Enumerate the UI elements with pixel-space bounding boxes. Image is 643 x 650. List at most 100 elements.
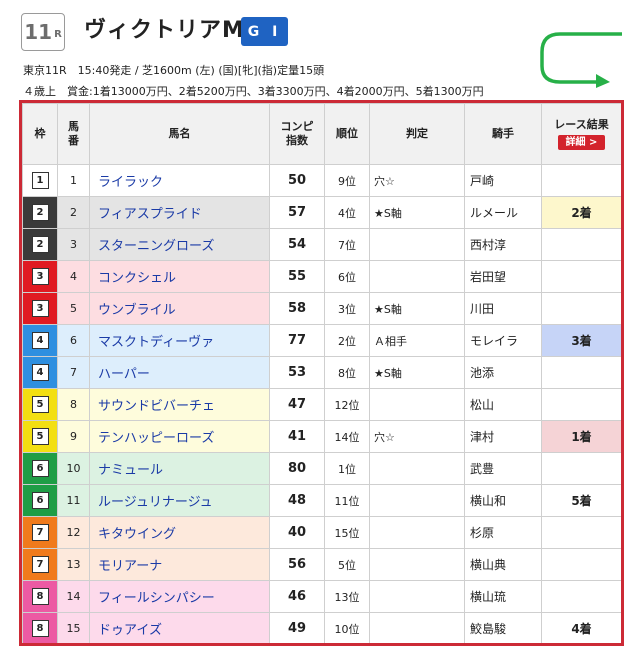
race-info-line2: ４歳上 賞金:1着13000万円、2着5200万円、3着3300万円、4着200… [23,85,484,98]
table-row: 8 14 フィールシンパシー 46 13位 横山琉 [22,580,621,613]
table-row: 2 3 スターニングローズ 54 7位 西村淳 [22,228,621,261]
rank-cell: 9位 [324,164,370,197]
rank-cell: 11位 [324,484,370,517]
rank-cell: 10位 [324,612,370,643]
umaban-cell: 11 [57,484,90,517]
waku-cell: 5 [22,388,58,421]
horse-name-link[interactable]: ライラック [89,164,270,197]
waku-cell: 2 [22,196,58,229]
index-cell: 56 [269,548,325,581]
waku-cell: 7 [22,548,58,581]
waku-cell: 6 [22,452,58,485]
col-header-name: 馬名 [89,103,270,165]
waku-cell: 6 [22,484,58,517]
horse-name-link[interactable]: モリアーナ [89,548,270,581]
waku-cell: 8 [22,580,58,613]
horse-name-link[interactable]: ハーパー [89,356,270,389]
waku-cell: 8 [22,612,58,643]
grade-badge: G I [241,17,288,46]
rank-cell: 15位 [324,516,370,549]
umaban-cell: 2 [57,196,90,229]
jockey-cell: モレイラ [464,324,542,357]
result-cell [541,260,621,293]
judge-cell [369,580,465,613]
horse-name-link[interactable]: マスクトディーヴァ [89,324,270,357]
jockey-cell: 鮫島駿 [464,612,542,643]
waku-number: 4 [31,364,49,381]
race-r-label: R [54,29,62,40]
result-cell [541,292,621,325]
result-cell [541,580,621,613]
jockey-cell: 戸崎 [464,164,542,197]
table-row: 3 5 ウンブライル 58 3位 ★S軸 川田 [22,292,621,325]
waku-cell: 4 [22,324,58,357]
judge-cell [369,484,465,517]
table-row: 6 10 ナミュール 80 1位 武豊 [22,452,621,485]
jockey-cell: 川田 [464,292,542,325]
index-cell: 80 [269,452,325,485]
table-row: 7 13 モリアーナ 56 5位 横山典 [22,548,621,581]
waku-cell: 3 [22,260,58,293]
waku-number: 6 [31,460,49,477]
judge-cell [369,228,465,261]
umaban-cell: 14 [57,580,90,613]
index-cell: 58 [269,292,325,325]
rank-cell: 2位 [324,324,370,357]
rank-cell: 6位 [324,260,370,293]
horse-name-link[interactable]: テンハッピーローズ [89,420,270,453]
waku-number: 8 [31,620,49,637]
horse-name-link[interactable]: コンクシェル [89,260,270,293]
judge-cell [369,388,465,421]
rank-cell: 1位 [324,452,370,485]
umaban-cell: 4 [57,260,90,293]
race-info-line1: 東京11R 15:40発走 / 芝1600m (左) (国)[牝](指)定量15… [23,64,325,77]
judge-cell: ★S軸 [369,196,465,229]
waku-number: 4 [31,332,49,349]
horse-name-link[interactable]: フィアスプライド [89,196,270,229]
horse-name-link[interactable]: フィールシンパシー [89,580,270,613]
horse-name-link[interactable]: ルージュリナージュ [89,484,270,517]
judge-cell [369,548,465,581]
rank-cell: 8位 [324,356,370,389]
jockey-cell: 横山琉 [464,580,542,613]
horse-name-link[interactable]: スターニングローズ [89,228,270,261]
umaban-cell: 15 [57,612,90,643]
index-cell: 53 [269,356,325,389]
result-cell: 3着 [541,324,621,357]
judge-cell [369,260,465,293]
result-cell: 4着 [541,612,621,643]
waku-number: 5 [31,428,49,445]
umaban-cell: 8 [57,388,90,421]
jockey-cell: 津村 [464,420,542,453]
jockey-cell: ルメール [464,196,542,229]
rank-cell: 12位 [324,388,370,421]
umaban-cell: 12 [57,516,90,549]
horse-name-link[interactable]: ナミュール [89,452,270,485]
index-cell: 49 [269,612,325,643]
result-cell [541,388,621,421]
course-layout-icon [540,32,622,88]
entries-table-frame: 枠 馬 番 馬名 コンピ 指数 順位 判定 騎手 レース結果 詳細 > 1 1 ライ… [19,100,624,646]
horse-name-link[interactable]: ドゥアイズ [89,612,270,643]
result-detail-button[interactable]: 詳細 > [557,134,606,150]
judge-cell [369,612,465,643]
entries-table: 枠 馬 番 馬名 コンピ 指数 順位 判定 騎手 レース結果 詳細 > 1 1 ライ… [22,103,621,643]
table-row: 2 2 フィアスプライド 57 4位 ★S軸 ルメール 2着 [22,196,621,229]
table-row: 8 15 ドゥアイズ 49 10位 鮫島駿 4着 [22,612,621,643]
horse-name-link[interactable]: サウンドビバーチェ [89,388,270,421]
judge-cell: ★S軸 [369,292,465,325]
col-header-waku: 枠 [22,103,58,165]
race-name: ヴィクトリアM [84,18,245,43]
horse-name-link[interactable]: ウンブライル [89,292,270,325]
waku-cell: 5 [22,420,58,453]
judge-cell [369,452,465,485]
horse-name-link[interactable]: キタウイング [89,516,270,549]
entries-table-body: 1 1 ライラック 50 9位 穴☆ 戸崎 2 2 フィアスプライド 57 4位 ★S軸 ルメール 2着 2 3… [22,164,621,643]
table-row: 6 11 ルージュリナージュ 48 11位 横山和 5着 [22,484,621,517]
col-header-judge: 判定 [369,103,465,165]
result-cell: 1着 [541,420,621,453]
result-cell [541,548,621,581]
waku-number: 2 [31,204,49,221]
table-row: 5 9 テンハッピーローズ 41 14位 穴☆ 津村 1着 [22,420,621,453]
rank-cell: 5位 [324,548,370,581]
